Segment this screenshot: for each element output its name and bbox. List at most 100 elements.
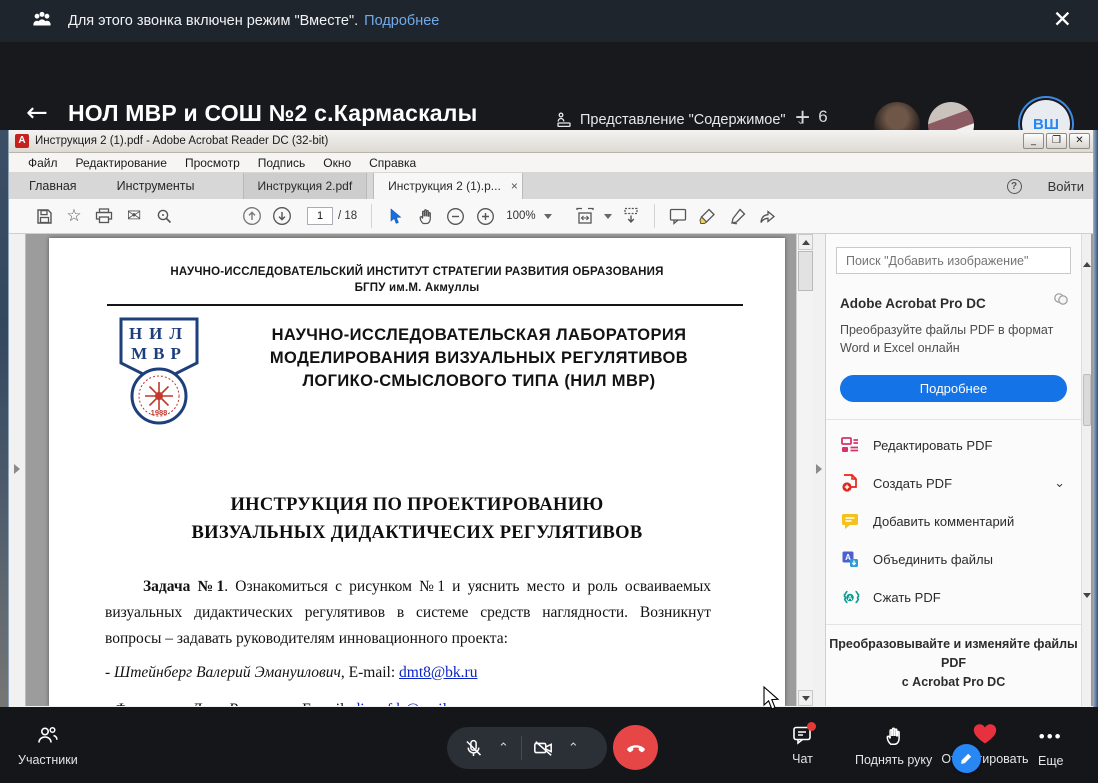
- sidebar-scrollbar-thumb[interactable]: [1083, 374, 1091, 426]
- next-page-icon[interactable]: [267, 203, 297, 229]
- print-icon[interactable]: [89, 203, 119, 229]
- comment-icon[interactable]: [663, 203, 693, 229]
- tools-pane-toggle-icon[interactable]: [816, 464, 822, 474]
- acrobat-reader-window: A Инструкция 2 (1).pdf - Adobe Acrobat R…: [8, 130, 1098, 707]
- lab-title: НАУЧНО-ИССЛЕДОВАТЕЛЬСКАЯ ЛАБОРАТОРИЯ МОД…: [205, 316, 745, 426]
- menu-view[interactable]: Просмотр: [176, 156, 249, 170]
- institute-line-1: НАУЧНО-ИССЛЕДОВАТЕЛЬСКИЙ ИНСТИТУТ СТРАТЕ…: [49, 266, 785, 278]
- fill-sign-icon[interactable]: [723, 203, 753, 229]
- institute-line-2: БГПУ им.М. Акмуллы: [49, 282, 785, 294]
- document-title-line-2: ВИЗУАЛЬНЫХ ДИДАКТИЧЕСИХ РЕГУЛЯТИВОВ: [49, 520, 785, 548]
- tool-label: Редактировать PDF: [873, 438, 992, 453]
- sign-in-link[interactable]: Войти: [1048, 179, 1084, 194]
- zoom-dropdown-caret[interactable]: [544, 214, 552, 219]
- tab-document-1[interactable]: Инструкция 2.pdf: [243, 173, 368, 199]
- tool-compress-pdf[interactable]: A Сжать PDF: [826, 578, 1081, 616]
- fit-width-icon[interactable]: [570, 203, 600, 229]
- email-icon[interactable]: ✉: [119, 203, 149, 229]
- favorites-star-icon[interactable]: ☆: [59, 203, 89, 229]
- help-icon[interactable]: ?: [1007, 179, 1022, 194]
- tab-tools[interactable]: Инструменты: [97, 173, 215, 199]
- select-tool-icon[interactable]: [380, 203, 410, 229]
- acrobat-menubar: Файл Редактирование Просмотр Подпись Окн…: [9, 153, 1098, 173]
- tools-search-box[interactable]: [836, 247, 1071, 274]
- react-button[interactable]: Отреагировать: [938, 722, 1032, 766]
- acrobat-toolbar: ☆ ✉ / 18: [9, 199, 1098, 234]
- tab-document-2-active[interactable]: Инструкция 2 (1).p... ×: [373, 173, 523, 199]
- banner-close-icon[interactable]: ✕: [1053, 8, 1072, 32]
- save-icon[interactable]: [29, 203, 59, 229]
- menu-help[interactable]: Справка: [360, 156, 425, 170]
- more-button[interactable]: ••• Еще: [1038, 727, 1063, 768]
- chat-button[interactable]: Чат: [792, 725, 813, 766]
- menu-edit[interactable]: Редактирование: [67, 156, 176, 170]
- fit-dropdown-caret[interactable]: [604, 214, 612, 219]
- contact-2-email-link[interactable]: dina_fdr@mail.ru: [353, 701, 464, 706]
- highlight-icon[interactable]: [693, 203, 723, 229]
- participants-button[interactable]: Участники: [18, 725, 78, 767]
- menu-file[interactable]: Файл: [19, 156, 67, 170]
- scroll-down-icon[interactable]: [798, 690, 813, 706]
- tool-label: Объединить файлы: [873, 552, 993, 567]
- camera-muted-icon[interactable]: [526, 738, 560, 758]
- participants-icon: [36, 725, 59, 746]
- menu-window[interactable]: Окно: [314, 156, 360, 170]
- tool-add-comment[interactable]: Добавить комментарий: [826, 502, 1081, 540]
- scroll-up-icon[interactable]: [798, 234, 813, 250]
- more-participants-button[interactable]: + 6: [795, 104, 828, 130]
- contact-1-email-link[interactable]: dmt8@bk.ru: [399, 664, 477, 681]
- tools-list: Редактировать PDF Создать PDF ⌄: [826, 420, 1081, 616]
- combine-files-icon: A: [840, 549, 860, 569]
- page-scrolling-icon[interactable]: [616, 203, 646, 229]
- banner-more-link[interactable]: Подробнее: [364, 13, 439, 29]
- promo-text: Преобразуйте файлы PDF в формат Word и E…: [840, 321, 1067, 357]
- nav-pane-toggle-icon[interactable]: [14, 464, 20, 474]
- hangup-button[interactable]: [613, 725, 658, 770]
- scrollbar-thumb[interactable]: [798, 251, 813, 291]
- nil-mvr-logo: НИЛ МВР 1988: [113, 316, 205, 426]
- pencil-badge-icon[interactable]: [952, 744, 981, 773]
- send-share-icon[interactable]: [753, 203, 783, 229]
- tab-home[interactable]: Главная: [9, 173, 97, 199]
- zoom-level-value[interactable]: 100%: [506, 210, 535, 222]
- raise-hand-button[interactable]: Поднять руку: [855, 725, 932, 767]
- contact-2-name: Фатхулова Дина Раульевна: [114, 701, 294, 706]
- sidebar-scrollbar[interactable]: [1081, 234, 1091, 706]
- menu-sign[interactable]: Подпись: [249, 156, 315, 170]
- restore-button[interactable]: ❐: [1046, 133, 1067, 149]
- zoom-in-icon[interactable]: [470, 203, 500, 229]
- task-paragraph: Задача №1. Ознакомиться с рисунком №1 и …: [105, 574, 711, 653]
- previous-page-icon[interactable]: [237, 203, 267, 229]
- contact-1-name: Штейнберг Валерий Эмануилович: [114, 664, 341, 681]
- sidebar-scroll-down-icon[interactable]: [1083, 593, 1091, 598]
- close-button[interactable]: ✕: [1069, 133, 1090, 149]
- sidebar-scroll-up-icon[interactable]: [1083, 262, 1091, 267]
- chevron-down-icon[interactable]: ⌄: [1054, 475, 1065, 491]
- camera-options-chevron-icon[interactable]: ⌃: [560, 741, 587, 756]
- mic-muted-icon[interactable]: [457, 738, 490, 759]
- page-number-input[interactable]: [307, 207, 333, 225]
- minimize-button[interactable]: _: [1023, 133, 1044, 149]
- acrobat-titlebar[interactable]: A Инструкция 2 (1).pdf - Adobe Acrobat R…: [9, 130, 1098, 153]
- navigation-pane-strip: [9, 234, 26, 706]
- promo-more-button[interactable]: Подробнее: [840, 375, 1067, 402]
- hand-tool-icon[interactable]: [410, 203, 440, 229]
- view-mode-selector[interactable]: Представление "Содержимое" ⌄: [556, 112, 806, 128]
- zoom-out-icon[interactable]: [440, 203, 470, 229]
- find-icon[interactable]: [149, 203, 179, 229]
- footer-promo-line-2: с Acrobat Pro DC: [826, 673, 1081, 692]
- tab-close-icon[interactable]: ×: [511, 173, 518, 199]
- raise-hand-icon: [883, 725, 904, 746]
- document-scrollbar[interactable]: [796, 234, 813, 706]
- together-mode-banner: Для этого звонка включен режим "Вместе".…: [0, 0, 1098, 42]
- tools-search-input[interactable]: [837, 254, 1070, 268]
- tool-create-pdf[interactable]: Создать PDF ⌄: [826, 464, 1081, 502]
- tool-combine-files[interactable]: A Объединить файлы: [826, 540, 1081, 578]
- tool-label: Создать PDF: [873, 476, 952, 491]
- tool-edit-pdf[interactable]: Редактировать PDF: [826, 426, 1081, 464]
- back-arrow-icon[interactable]: ←: [26, 100, 48, 126]
- window-right-border: [1093, 130, 1098, 707]
- mic-options-chevron-icon[interactable]: ⌃: [490, 741, 517, 756]
- document-title: ИНСТРУКЦИЯ ПО ПРОЕКТИРОВАНИЮ ВИЗУАЛЬНЫХ …: [49, 492, 785, 548]
- chat-notification-dot: [807, 722, 816, 731]
